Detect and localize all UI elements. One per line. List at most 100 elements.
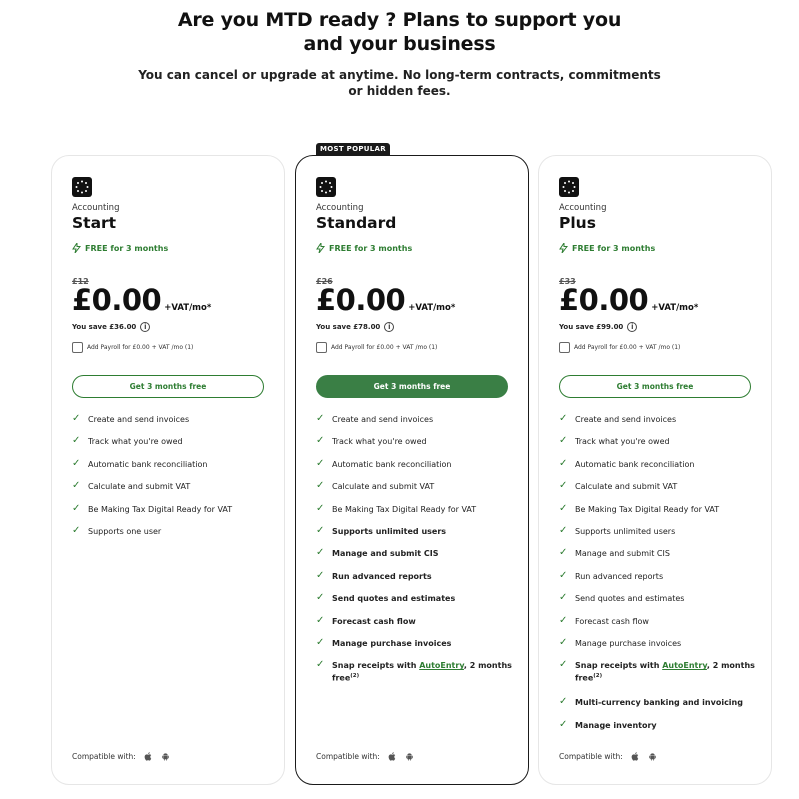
check-icon: ✓ <box>72 502 81 514</box>
lightning-icon <box>316 243 325 253</box>
get-3-months-free-button[interactable]: Get 3 months free <box>72 375 264 398</box>
feature-item-autoentry: ✓ Snap receipts with AutoEntry, 2 months … <box>316 659 512 683</box>
check-icon: ✓ <box>316 524 325 536</box>
feature-item: ✓ Calculate and submit VAT <box>316 480 435 492</box>
promo-text: FREE for 3 months <box>85 243 169 253</box>
savings-text: You save £36.00 i <box>72 322 151 332</box>
info-icon[interactable]: i <box>627 322 638 332</box>
add-payroll-checkbox[interactable] <box>72 342 83 353</box>
feature-item: ✓ Be Making Tax Digital Ready for VAT <box>316 502 477 514</box>
add-payroll-option[interactable]: Add Payroll for £0.00 + VAT /mo (1) <box>559 342 680 353</box>
check-icon: ✓ <box>559 547 568 559</box>
add-payroll-checkbox[interactable] <box>559 342 570 353</box>
check-icon: ✓ <box>72 480 81 492</box>
price-row: £0.00 +VAT/mo* <box>72 283 211 317</box>
compatibility: Compatible with: <box>72 752 170 761</box>
plan-card-plus: Accounting Plus FREE for 3 months £33 £0… <box>538 155 772 785</box>
android-icon <box>161 752 170 761</box>
autoentry-link[interactable]: AutoEntry <box>419 661 464 670</box>
check-icon: ✓ <box>559 659 568 671</box>
add-payroll-label: Add Payroll for £0.00 + VAT /mo (1) <box>331 344 438 351</box>
product-name: Accounting <box>316 203 364 213</box>
check-icon: ✓ <box>72 457 81 469</box>
check-icon: ✓ <box>316 592 325 604</box>
page-subtitle-line-2: or hidden fees. <box>348 84 451 98</box>
feature-item: ✓ Track what you're owed <box>559 435 670 447</box>
check-icon: ✓ <box>559 569 568 581</box>
check-icon: ✓ <box>316 413 325 424</box>
compatible-label: Compatible with: <box>72 752 136 761</box>
feature-item: ✓ Automatic bank reconciliation <box>72 457 208 469</box>
android-icon <box>648 752 657 761</box>
android-icon <box>405 752 414 761</box>
get-3-months-free-button[interactable]: Get 3 months free <box>316 375 508 398</box>
plan-card-start: Accounting Start FREE for 3 months £12 £… <box>51 155 285 785</box>
feature-item: ✓ Run advanced reports <box>559 569 664 581</box>
check-icon: ✓ <box>559 502 568 514</box>
feature-item: ✓ Manage inventory <box>559 718 657 730</box>
check-icon: ✓ <box>316 569 325 581</box>
check-icon: ✓ <box>559 592 568 604</box>
apple-icon <box>388 752 397 761</box>
info-icon[interactable]: i <box>384 322 395 332</box>
compatible-label: Compatible with: <box>316 752 380 761</box>
feature-item: ✓ Automatic bank reconciliation <box>316 457 452 469</box>
add-payroll-option[interactable]: Add Payroll for £0.00 + VAT /mo (1) <box>72 342 193 353</box>
check-icon: ✓ <box>72 435 81 447</box>
check-icon: ✓ <box>559 480 568 492</box>
most-popular-badge: MOST POPULAR <box>316 143 390 156</box>
autoentry-link[interactable]: AutoEntry <box>662 661 707 670</box>
get-3-months-free-button[interactable]: Get 3 months free <box>559 375 751 398</box>
add-payroll-option[interactable]: Add Payroll for £0.00 + VAT /mo (1) <box>316 342 437 353</box>
check-icon: ✓ <box>559 413 568 424</box>
check-icon: ✓ <box>559 636 568 648</box>
feature-item: ✓ Manage and submit CIS <box>316 547 439 559</box>
info-icon[interactable]: i <box>140 322 151 332</box>
product-name: Accounting <box>72 203 120 213</box>
feature-item: ✓ Manage and submit CIS <box>559 547 670 559</box>
feature-item: ✓ Send quotes and estimates <box>559 592 685 604</box>
plan-name: Plus <box>559 214 596 232</box>
feature-item: ✓ Supports unlimited users <box>316 524 447 536</box>
feature-item: ✓ Create and send invoices <box>559 413 677 425</box>
feature-item: ✓ Manage purchase invoices <box>316 636 452 648</box>
feature-item: ✓ Supports one user <box>72 524 162 536</box>
footnote-2: (2) <box>593 673 603 680</box>
page-title-line-2: and your business <box>303 33 496 55</box>
feature-item: ✓ Automatic bank reconciliation <box>559 457 695 469</box>
accounting-logo-icon <box>316 177 336 197</box>
price-suffix: +VAT/mo* <box>408 303 456 313</box>
price: £0.00 <box>316 283 406 317</box>
feature-item-autoentry: ✓ Snap receipts with AutoEntry, 2 months … <box>559 659 755 683</box>
check-icon: ✓ <box>559 696 568 708</box>
feature-item: ✓ Run advanced reports <box>316 569 432 581</box>
price-suffix: +VAT/mo* <box>164 303 212 313</box>
page-subtitle: You can cancel or upgrade at anytime. No… <box>0 67 799 99</box>
promo-text: FREE for 3 months <box>329 243 413 253</box>
feature-item: ✓ Create and send invoices <box>72 413 190 425</box>
plan-name: Standard <box>316 214 397 232</box>
promo-label: FREE for 3 months <box>559 243 655 253</box>
feature-item: ✓ Send quotes and estimates <box>316 592 456 604</box>
feature-item: ✓ Be Making Tax Digital Ready for VAT <box>559 502 720 514</box>
feature-item: ✓ Multi-currency banking and invoicing <box>559 696 743 708</box>
accounting-logo-icon <box>72 177 92 197</box>
savings-label: You save £78.00 <box>316 323 381 331</box>
product-name: Accounting <box>559 203 607 213</box>
check-icon: ✓ <box>316 659 325 671</box>
apple-icon <box>144 752 153 761</box>
promo-text: FREE for 3 months <box>572 243 656 253</box>
check-icon: ✓ <box>559 524 568 536</box>
add-payroll-label: Add Payroll for £0.00 + VAT /mo (1) <box>87 344 194 351</box>
feature-item: ✓ Track what you're owed <box>72 435 183 447</box>
check-icon: ✓ <box>72 524 81 536</box>
add-payroll-checkbox[interactable] <box>316 342 327 353</box>
promo-label: FREE for 3 months <box>316 243 412 253</box>
page-title: Are you MTD ready ? Plans to support you… <box>0 8 799 56</box>
accounting-logo-icon <box>559 177 579 197</box>
compatibility: Compatible with: <box>559 752 657 761</box>
savings-text: You save £99.00 i <box>559 322 638 332</box>
apple-icon <box>631 752 640 761</box>
check-icon: ✓ <box>559 614 568 626</box>
lightning-icon <box>72 243 81 253</box>
